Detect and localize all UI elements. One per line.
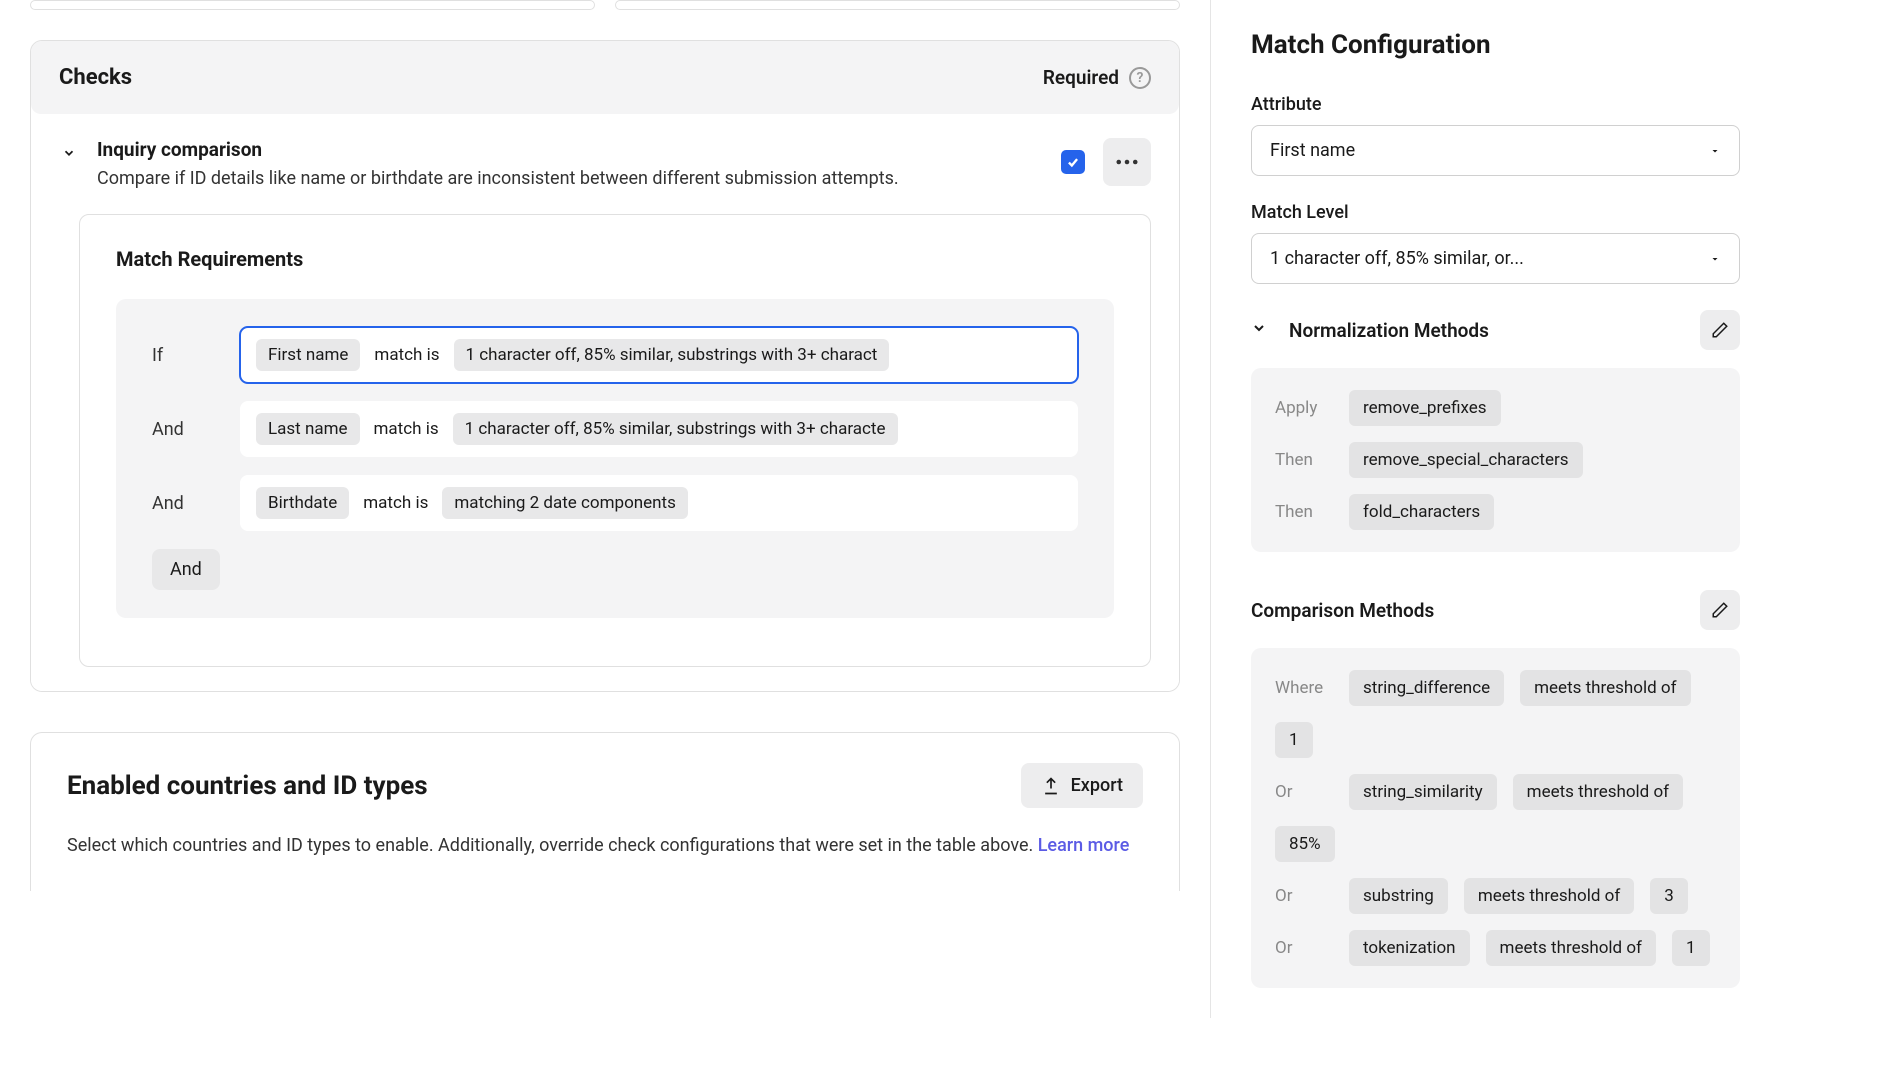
normalization-method-tag: fold_characters	[1349, 494, 1494, 530]
help-icon[interactable]: ?	[1129, 67, 1151, 89]
countries-description: Select which countries and ID types to e…	[67, 832, 1143, 861]
threshold-text-tag: meets threshold of	[1464, 878, 1634, 914]
match-is-text: match is	[363, 493, 428, 513]
threshold-value-tag: 85%	[1275, 826, 1335, 862]
attribute-tag: Birthdate	[256, 487, 349, 519]
checks-card: Checks Required ? Inquiry comparison Com…	[30, 40, 1180, 692]
match-condition-pill[interactable]: Last name match is 1 character off, 85% …	[240, 401, 1078, 457]
export-button[interactable]: Export	[1021, 763, 1143, 808]
threshold-value-tag: 1	[1672, 930, 1710, 966]
match-is-text: match is	[374, 345, 439, 365]
attribute-tag: First name	[256, 339, 360, 371]
countries-card: Enabled countries and ID types Export Se…	[30, 732, 1180, 891]
method-step-label: Or	[1275, 782, 1333, 802]
method-step-label: Where	[1275, 678, 1333, 698]
caret-down-icon	[1709, 145, 1721, 157]
placeholder-card-right	[615, 0, 1180, 10]
method-step-label: Or	[1275, 938, 1333, 958]
comparison-method-tag: string_difference	[1349, 670, 1504, 706]
normalization-title: Normalization Methods	[1289, 319, 1489, 342]
method-step-label: Or	[1275, 886, 1333, 906]
comparison-method-tag: substring	[1349, 878, 1448, 914]
check-item-description: Compare if ID details like name or birth…	[97, 165, 1043, 192]
attribute-select[interactable]: First name	[1251, 125, 1740, 176]
checks-header: Checks Required ?	[31, 41, 1179, 114]
chevron-down-icon[interactable]	[1251, 320, 1267, 341]
threshold-value-tag: 3	[1650, 878, 1688, 914]
condition-label: And	[152, 419, 222, 440]
threshold-text-tag: meets threshold of	[1520, 670, 1690, 706]
comparison-title: Comparison Methods	[1251, 599, 1434, 622]
method-step-label: Then	[1275, 450, 1333, 470]
edit-comparison-button[interactable]	[1700, 590, 1740, 630]
threshold-text-tag: meets threshold of	[1513, 774, 1683, 810]
more-options-button[interactable]	[1103, 138, 1151, 186]
caret-down-icon	[1709, 253, 1721, 265]
match-detail-tag: 1 character off, 85% similar, substrings…	[453, 413, 898, 445]
match-level-select[interactable]: 1 character off, 85% similar, or...	[1251, 233, 1740, 284]
condition-label: And	[152, 493, 222, 514]
placeholder-card-left	[30, 0, 595, 10]
threshold-value-tag: 1	[1275, 722, 1313, 758]
attribute-label: Attribute	[1251, 94, 1740, 115]
match-is-text: match is	[374, 419, 439, 439]
chevron-down-icon[interactable]	[59, 138, 79, 160]
match-condition-pill[interactable]: First name match is 1 character off, 85%…	[240, 327, 1078, 383]
method-step-label: Apply	[1275, 398, 1333, 418]
learn-more-link[interactable]: Learn more	[1038, 835, 1130, 856]
match-requirements-box: Match Requirements If First name match i…	[79, 214, 1151, 667]
match-detail-tag: 1 character off, 85% similar, substrings…	[454, 339, 890, 371]
checks-title: Checks	[59, 65, 132, 90]
method-step-label: Then	[1275, 502, 1333, 522]
check-item-title: Inquiry comparison	[97, 138, 1043, 161]
normalization-method-tag: remove_prefixes	[1349, 390, 1501, 426]
add-condition-button[interactable]: And	[152, 549, 220, 590]
comparison-method-tag: string_similarity	[1349, 774, 1497, 810]
export-label: Export	[1071, 775, 1123, 796]
match-condition-pill[interactable]: Birthdate match is matching 2 date compo…	[240, 475, 1078, 531]
condition-label: If	[152, 345, 222, 366]
attribute-tag: Last name	[256, 413, 360, 445]
required-checkbox[interactable]	[1061, 150, 1085, 174]
match-detail-tag: matching 2 date components	[442, 487, 688, 519]
normalization-method-tag: remove_special_characters	[1349, 442, 1583, 478]
match-requirements-title: Match Requirements	[116, 247, 1114, 271]
countries-title: Enabled countries and ID types	[67, 771, 428, 801]
edit-normalization-button[interactable]	[1700, 310, 1740, 350]
comparison-method-tag: tokenization	[1349, 930, 1470, 966]
config-title: Match Configuration	[1251, 30, 1740, 60]
threshold-text-tag: meets threshold of	[1486, 930, 1656, 966]
required-label: Required	[1043, 66, 1119, 89]
match-level-label: Match Level	[1251, 202, 1740, 223]
